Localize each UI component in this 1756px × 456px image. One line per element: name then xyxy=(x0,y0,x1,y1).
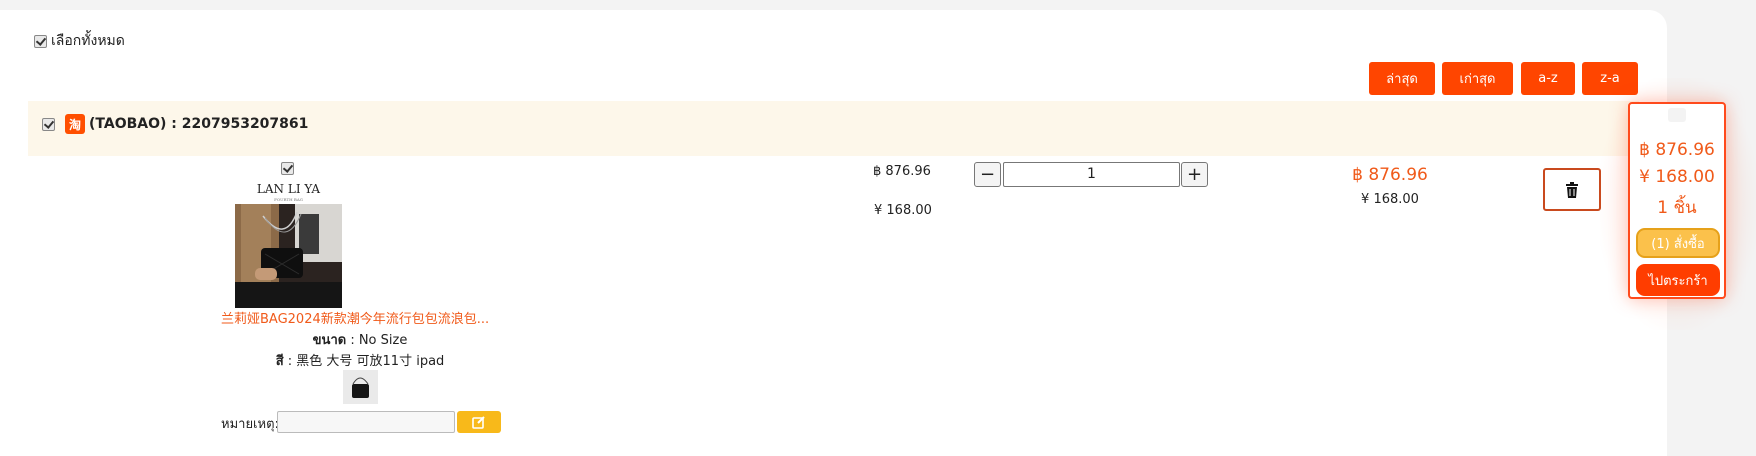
quantity-increase-button[interactable]: + xyxy=(1181,162,1208,187)
summary-total-thb: ฿ 876.96 xyxy=(1639,140,1715,160)
quantity-decrease-button[interactable]: − xyxy=(974,162,1001,187)
select-all-label: เลือกทั้งหมด xyxy=(51,33,125,49)
color-value: : 黑色 大号 可放11寸 ipad xyxy=(283,354,445,369)
sort-az-button[interactable]: a-z xyxy=(1521,62,1575,95)
summary-item-count: 1 ชิ้น xyxy=(1657,198,1697,218)
unit-price-thb: ฿ 876.96 xyxy=(873,164,931,179)
variant-thumbnail xyxy=(343,370,378,404)
place-order-button[interactable]: (1) สั่งซื้อ xyxy=(1636,228,1720,258)
taobao-icon: 淘 xyxy=(65,114,85,134)
delete-item-button[interactable] xyxy=(1543,168,1601,211)
product-brand-subtext: FOURTH BAG xyxy=(274,197,303,202)
go-to-cart-button[interactable]: ไปตระกร้า xyxy=(1636,264,1720,296)
item-total-cny: ¥ 168.00 xyxy=(1361,192,1419,207)
product-size: ขนาด : No Size xyxy=(200,329,520,350)
order-summary-panel: ฿ 876.96 ¥ 168.00 1 ชิ้น (1) สั่งซื้อ ไป… xyxy=(1628,102,1726,299)
shop-checkbox[interactable] xyxy=(42,117,55,131)
edit-note-button[interactable] xyxy=(457,411,501,433)
summary-cart-icon xyxy=(1668,108,1686,122)
shop-header: 淘 (TAOBAO) : 2207953207861 xyxy=(42,114,308,134)
sort-oldest-button[interactable]: เก่าสุด xyxy=(1442,62,1513,95)
product-image[interactable]: LAN LI YA FOURTH BAG xyxy=(235,180,342,308)
product-brand-text: LAN LI YA xyxy=(256,182,321,196)
trash-icon xyxy=(1566,181,1578,198)
select-all[interactable]: เลือกทั้งหมด xyxy=(34,30,125,52)
color-label: สี xyxy=(275,354,284,369)
summary-total-cny: ¥ 168.00 xyxy=(1639,167,1715,187)
product-color: สี : 黑色 大号 可放11寸 ipad xyxy=(200,350,520,371)
note-label: หมายเหตุ: xyxy=(221,417,279,432)
unit-price-cny: ¥ 168.00 xyxy=(874,203,932,218)
edit-icon xyxy=(472,416,485,429)
item-checkbox[interactable] xyxy=(281,162,294,175)
select-all-checkbox[interactable] xyxy=(34,34,47,48)
size-label: ขนาด xyxy=(312,333,347,348)
product-photo xyxy=(235,204,342,308)
note-input[interactable] xyxy=(277,411,455,433)
item-total-thb: ฿ 876.96 xyxy=(1352,165,1428,185)
product-title-link[interactable]: 兰莉娅BAG2024新款潮今年流行包包流浪包... xyxy=(221,308,503,327)
sort-latest-button[interactable]: ล่าสุด xyxy=(1369,62,1435,95)
shop-name: (TAOBAO) : 2207953207861 xyxy=(89,116,309,132)
quantity-input[interactable]: 1 xyxy=(1003,162,1180,187)
size-value: : No Size xyxy=(346,333,408,348)
